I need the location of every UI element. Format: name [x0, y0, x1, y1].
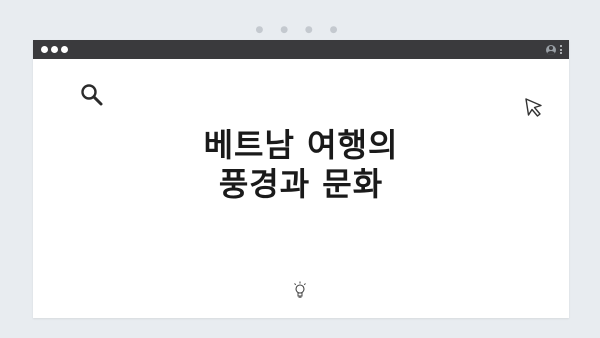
window-control-dot[interactable] [61, 46, 68, 53]
window-control-dot[interactable] [51, 46, 58, 53]
page-title-line-1: 베트남 여행의 [203, 126, 399, 164]
search-icon [81, 84, 103, 106]
desktop-background: ● ● ● ● 베트남 여행의 풍경과 문화 [0, 0, 600, 338]
window-titlebar [33, 40, 569, 59]
window-control-dot[interactable] [41, 46, 48, 53]
user-icon[interactable] [546, 44, 556, 55]
browser-window: 베트남 여행의 풍경과 문화 [33, 40, 569, 318]
bulb-icon [294, 281, 306, 298]
page-title-line-2: 풍경과 문화 [218, 165, 384, 203]
page-indicator-dots: ● ● ● ● [255, 25, 345, 35]
titlebar-actions [546, 43, 563, 56]
kebab-menu-icon[interactable] [560, 45, 563, 54]
cursor-icon [525, 98, 542, 117]
page-title: 베트남 여행의 풍경과 문화 [33, 126, 569, 204]
